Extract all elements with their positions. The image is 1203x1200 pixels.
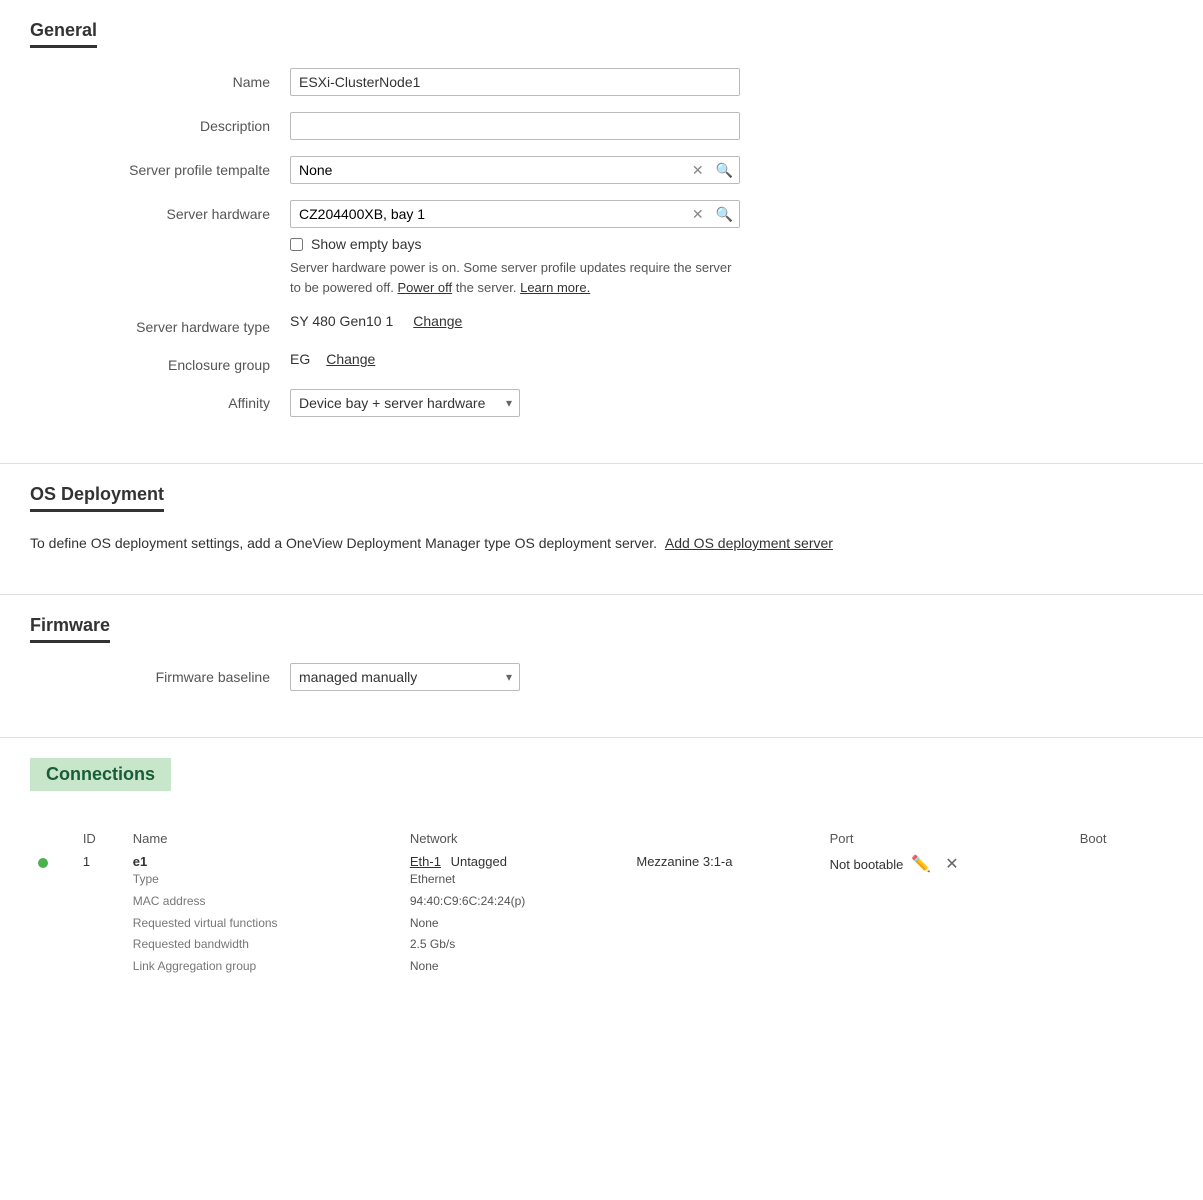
connection-network-sub-info: Ethernet 94:40:C9:6C:24:24(p) None 2.5 G…	[410, 869, 621, 977]
description-control	[290, 112, 740, 140]
general-title: General	[30, 20, 97, 48]
col-id: ID	[75, 827, 125, 850]
edit-connection-icon[interactable]: ✏️	[911, 854, 931, 874]
sub-mac-label: MAC address	[133, 894, 206, 908]
firmware-baseline-select-wrapper: managed manually None	[290, 663, 520, 691]
server-profile-template-label: Server profile tempalte	[30, 156, 290, 178]
col-name: Name	[125, 827, 402, 850]
col-port: Port	[822, 827, 1072, 850]
description-input[interactable]	[290, 112, 740, 140]
server-profile-template-row: Server profile tempalte ✕ 🔍	[30, 156, 1173, 184]
enclosure-group-value-row: EG Change	[290, 351, 375, 367]
connection-port: Mezzanine 3:1-a	[636, 854, 732, 869]
connection-network-cell: Eth-1 Untagged Ethernet 94:40:C9:6C:24:2…	[402, 850, 629, 981]
power-warning-text: Server hardware power is on. Some server…	[290, 258, 740, 297]
table-row: 1 e1 Type MAC address Requested virtual …	[30, 850, 1173, 981]
connections-header-row: ID Name Network Port Boot	[30, 827, 1173, 850]
os-deployment-description: To define OS deployment settings, add a …	[30, 532, 1173, 564]
col-actions	[1145, 827, 1173, 850]
connection-id-cell: 1	[75, 850, 125, 981]
connection-port-cell: Mezzanine 3:1-a	[628, 850, 821, 981]
affinity-control: Device bay + server hardware Device bay	[290, 389, 520, 417]
col-network: Network	[402, 827, 822, 850]
os-deployment-title: OS Deployment	[30, 484, 164, 512]
connections-table: ID Name Network Port Boot 1 e1 Type	[30, 827, 1173, 981]
firmware-section: Firmware Firmware baseline managed manua…	[0, 595, 1203, 738]
server-hardware-type-value-row: SY 480 Gen10 1 Change	[290, 313, 462, 329]
server-profile-template-input-wrapper: ✕ 🔍	[290, 156, 740, 184]
server-hardware-input[interactable]	[291, 201, 686, 227]
affinity-select-wrapper: Device bay + server hardware Device bay	[290, 389, 520, 417]
firmware-baseline-row: Firmware baseline managed manually None	[30, 663, 1173, 691]
enclosure-group-control: EG Change	[290, 351, 375, 367]
server-hardware-label: Server hardware	[30, 200, 290, 222]
col-boot: Boot	[1072, 827, 1146, 850]
add-os-deployment-link[interactable]: Add OS deployment server	[665, 535, 833, 551]
search-hardware-icon[interactable]: 🔍	[710, 206, 739, 223]
delete-connection-icon[interactable]: ✕	[945, 854, 958, 874]
learn-more-link[interactable]: Learn more.	[520, 280, 590, 295]
description-row: Description	[30, 112, 1173, 140]
name-label: Name	[30, 68, 290, 90]
server-profile-template-input[interactable]	[291, 157, 686, 183]
clear-hardware-icon[interactable]: ✕	[686, 206, 710, 223]
boot-actions: Not bootable ✏️ ✕	[830, 854, 1064, 874]
enclosure-group-value: EG	[290, 351, 310, 367]
sub-type-value: Ethernet	[410, 872, 455, 886]
name-input[interactable]	[290, 68, 740, 96]
connection-boot-cell: Not bootable ✏️ ✕	[822, 850, 1072, 981]
firmware-baseline-label: Firmware baseline	[30, 663, 290, 685]
sub-vf-value: None	[410, 916, 439, 930]
search-template-icon[interactable]: 🔍	[710, 162, 739, 179]
connection-status-cell	[30, 850, 75, 981]
firmware-title: Firmware	[30, 615, 110, 643]
general-section: General Name Description Server profile …	[0, 0, 1203, 464]
connection-name: e1	[133, 854, 147, 869]
status-dot	[38, 858, 48, 868]
connection-network-tagged: Untagged	[451, 854, 507, 869]
server-hardware-type-control: SY 480 Gen10 1 Change	[290, 313, 462, 329]
sub-lag-value: None	[410, 959, 439, 973]
show-empty-bays-label: Show empty bays	[311, 236, 422, 252]
clear-template-icon[interactable]: ✕	[686, 162, 710, 179]
connection-sub-info: Type MAC address Requested virtual funct…	[133, 869, 394, 977]
enclosure-group-change-link[interactable]: Change	[326, 351, 375, 367]
connection-boot: Not bootable	[830, 857, 904, 872]
affinity-row: Affinity Device bay + server hardware De…	[30, 389, 1173, 417]
connections-title: Connections	[30, 758, 171, 791]
enclosure-group-row: Enclosure group EG Change	[30, 351, 1173, 373]
os-deployment-section: OS Deployment To define OS deployment se…	[0, 464, 1203, 595]
server-profile-template-control: ✕ 🔍	[290, 156, 740, 184]
col-status	[30, 827, 75, 850]
name-control	[290, 68, 740, 96]
affinity-select[interactable]: Device bay + server hardware Device bay	[290, 389, 520, 417]
server-hardware-type-change-link[interactable]: Change	[413, 313, 462, 329]
affinity-label: Affinity	[30, 389, 290, 411]
server-hardware-input-wrapper: ✕ 🔍	[290, 200, 740, 228]
power-off-link[interactable]: Power off	[397, 280, 452, 295]
sub-mac-value: 94:40:C9:6C:24:24(p)	[410, 894, 525, 908]
name-row: Name	[30, 68, 1173, 96]
sub-bw-label: Requested bandwidth	[133, 937, 249, 951]
sub-vf-label: Requested virtual functions	[133, 916, 278, 930]
server-hardware-type-value: SY 480 Gen10 1	[290, 313, 393, 329]
server-hardware-type-row: Server hardware type SY 480 Gen10 1 Chan…	[30, 313, 1173, 335]
connection-name-cell: e1 Type MAC address Requested virtual fu…	[125, 850, 402, 981]
firmware-baseline-control: managed manually None	[290, 663, 520, 691]
sub-type-label: Type	[133, 872, 159, 886]
connection-network-link[interactable]: Eth-1	[410, 854, 441, 869]
connections-section: Connections ID Name Network Port Boot 1	[0, 738, 1203, 1001]
sub-bw-value: 2.5 Gb/s	[410, 937, 455, 951]
server-hardware-row: Server hardware ✕ 🔍 Show empty bays Serv…	[30, 200, 1173, 297]
description-label: Description	[30, 112, 290, 134]
sub-lag-label: Link Aggregation group	[133, 959, 256, 973]
enclosure-group-label: Enclosure group	[30, 351, 290, 373]
show-empty-bays-checkbox[interactable]	[290, 238, 303, 251]
show-empty-bays-row: Show empty bays	[290, 236, 740, 252]
server-hardware-type-label: Server hardware type	[30, 313, 290, 335]
server-hardware-control: ✕ 🔍 Show empty bays Server hardware powe…	[290, 200, 740, 297]
firmware-baseline-select[interactable]: managed manually None	[290, 663, 520, 691]
connection-id: 1	[83, 854, 90, 869]
